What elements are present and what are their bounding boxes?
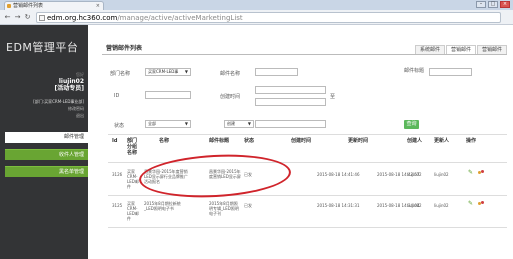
col-header-id: Id	[112, 138, 118, 144]
row-divider	[108, 195, 507, 196]
address-bar: ← → ↻ edm.org.hc360.com/manage/active/ac…	[0, 10, 513, 25]
user-info: 您好 liujin02 [活动专员]	[55, 71, 85, 92]
favicon-icon	[7, 4, 11, 8]
page-icon	[39, 15, 45, 21]
status-filter-label: 状态	[114, 123, 125, 129]
browser-tab[interactable]: 营销邮件列表 ×	[4, 1, 104, 10]
tab-marketing-mail-2[interactable]: 营销邮件	[476, 45, 507, 54]
name-filter-input[interactable]	[255, 68, 298, 76]
cell-name[interactable]: 2015年8月期拉新统_LED照明电子书	[144, 201, 188, 211]
status-select-value: 全部	[148, 121, 156, 126]
chevron-down-icon: ▼	[184, 69, 188, 74]
reload-icon[interactable]: ↻	[23, 13, 32, 22]
cell-updater: liujin02	[434, 203, 449, 208]
menu-item-blacklist-management[interactable]: 黑名单管理	[5, 166, 88, 177]
chevron-down-icon: ▼	[184, 121, 188, 126]
cell-created: 2015-08-18 14:41:46	[317, 172, 360, 177]
change-password-link[interactable]: 修改密码	[33, 105, 84, 112]
table-top-rule	[108, 134, 507, 135]
col-header-updated: 更新时间	[348, 138, 369, 144]
col-header-status: 状态	[244, 138, 255, 144]
edit-pencil-icon[interactable]: ✎	[468, 170, 473, 176]
menu-item-mail-management[interactable]: 邮件管理	[5, 132, 88, 143]
title-filter-label: 邮件标题	[404, 68, 425, 74]
cell-id: 3126	[112, 172, 123, 177]
close-window-button[interactable]: ×	[500, 1, 510, 8]
title-divider	[102, 54, 507, 55]
col-header-created: 创建时间	[291, 138, 312, 144]
maximize-button[interactable]: □	[488, 1, 498, 8]
cell-dept: 买家CRM-LED邮件	[127, 201, 139, 221]
browser-tabstrip: 营销邮件列表 × – □ ×	[0, 0, 513, 10]
forward-icon[interactable]: →	[13, 13, 22, 22]
cell-created: 2015-08-18 14:31:31	[317, 203, 360, 208]
tab-close-icon[interactable]: ×	[96, 2, 100, 10]
department-info: [部门:买家CRM-LED事业部] 修改密码 退出	[33, 98, 84, 119]
edit-pencil-icon[interactable]: ✎	[468, 201, 473, 207]
username: liujin02	[58, 78, 84, 85]
main-content: 营销邮件列表 系统邮件 营销邮件 营销邮件 部门名称 买家CRM-LED事 ▼ 邮…	[96, 25, 513, 259]
col-header-subject: 邮件标题	[209, 138, 230, 144]
dept-select[interactable]: 买家CRM-LED事 ▼	[145, 68, 191, 76]
creator-select-value: 创建	[227, 121, 235, 126]
created-to-input[interactable]	[255, 98, 326, 106]
cell-creator: liujin02	[407, 203, 422, 208]
url-path: /manage/active/activeMarketingList	[117, 14, 243, 22]
creator-select[interactable]: 创建 ▼	[224, 120, 254, 128]
col-header-creator: 创建人	[407, 138, 423, 144]
browser-tab-title: 营销邮件列表	[13, 3, 44, 9]
cell-status: 已发	[244, 203, 252, 208]
sidebar: EDM管理平台 您好 liujin02 [活动专员] [部门:买家CRM-LED…	[0, 25, 88, 259]
page-tabs: 系统邮件 营销邮件 营销邮件	[414, 45, 507, 54]
status-select[interactable]: 全部 ▼	[145, 120, 191, 128]
minimize-button[interactable]: –	[476, 1, 486, 8]
recipients-icon[interactable]	[478, 170, 484, 175]
dept-filter-label: 部门名称	[110, 71, 131, 77]
dept-select-value: 买家CRM-LED事	[148, 69, 179, 74]
tab-system-mail[interactable]: 系统邮件	[414, 45, 445, 54]
range-separator: 至	[330, 94, 336, 100]
id-filter-label: ID	[114, 93, 120, 99]
cell-subject: 2015年8月期照明专辑_LED照明电子刊	[209, 201, 239, 216]
title-filter-input[interactable]	[429, 68, 472, 76]
brand-title: EDM管理平台	[6, 41, 79, 54]
cell-id: 3125	[112, 203, 123, 208]
creator-filter-input[interactable]	[255, 120, 326, 128]
col-header-actions: 操作	[466, 138, 477, 144]
cell-creator: liujin02	[407, 172, 422, 177]
logout-link[interactable]: 退出	[33, 112, 84, 119]
name-filter-label: 邮件名称	[220, 71, 241, 77]
greeting-label: 您好	[76, 72, 84, 77]
recipients-icon[interactable]	[478, 201, 484, 206]
created-filter-label: 创建时间	[220, 94, 241, 100]
col-header-dept: 部门分组名称	[127, 138, 138, 156]
cell-updater: liujin02	[434, 172, 449, 177]
user-role: [活动专员]	[54, 85, 85, 92]
department-name: [部门:买家CRM-LED事业部]	[33, 99, 84, 104]
url-host: edm.org.hc360.com	[47, 14, 118, 22]
col-header-name: 名称	[159, 138, 170, 144]
url-input[interactable]: edm.org.hc360.com/manage/active/activeMa…	[36, 12, 501, 23]
search-button[interactable]: 查询	[404, 120, 419, 129]
page-title: 营销邮件列表	[106, 45, 143, 52]
tab-marketing-mail[interactable]: 营销邮件	[445, 45, 476, 54]
menu-item-recipient-management[interactable]: 收件人管理	[5, 149, 88, 160]
row-divider	[108, 227, 507, 228]
id-filter-input[interactable]	[145, 91, 191, 99]
col-header-updater: 更新人	[434, 138, 450, 144]
back-icon[interactable]: ←	[3, 13, 12, 22]
cell-dept: 买家CRM-LED邮件	[127, 169, 139, 189]
created-from-input[interactable]	[255, 86, 326, 94]
window-controls: – □ ×	[476, 1, 510, 8]
chevron-down-icon: ▼	[247, 121, 251, 126]
